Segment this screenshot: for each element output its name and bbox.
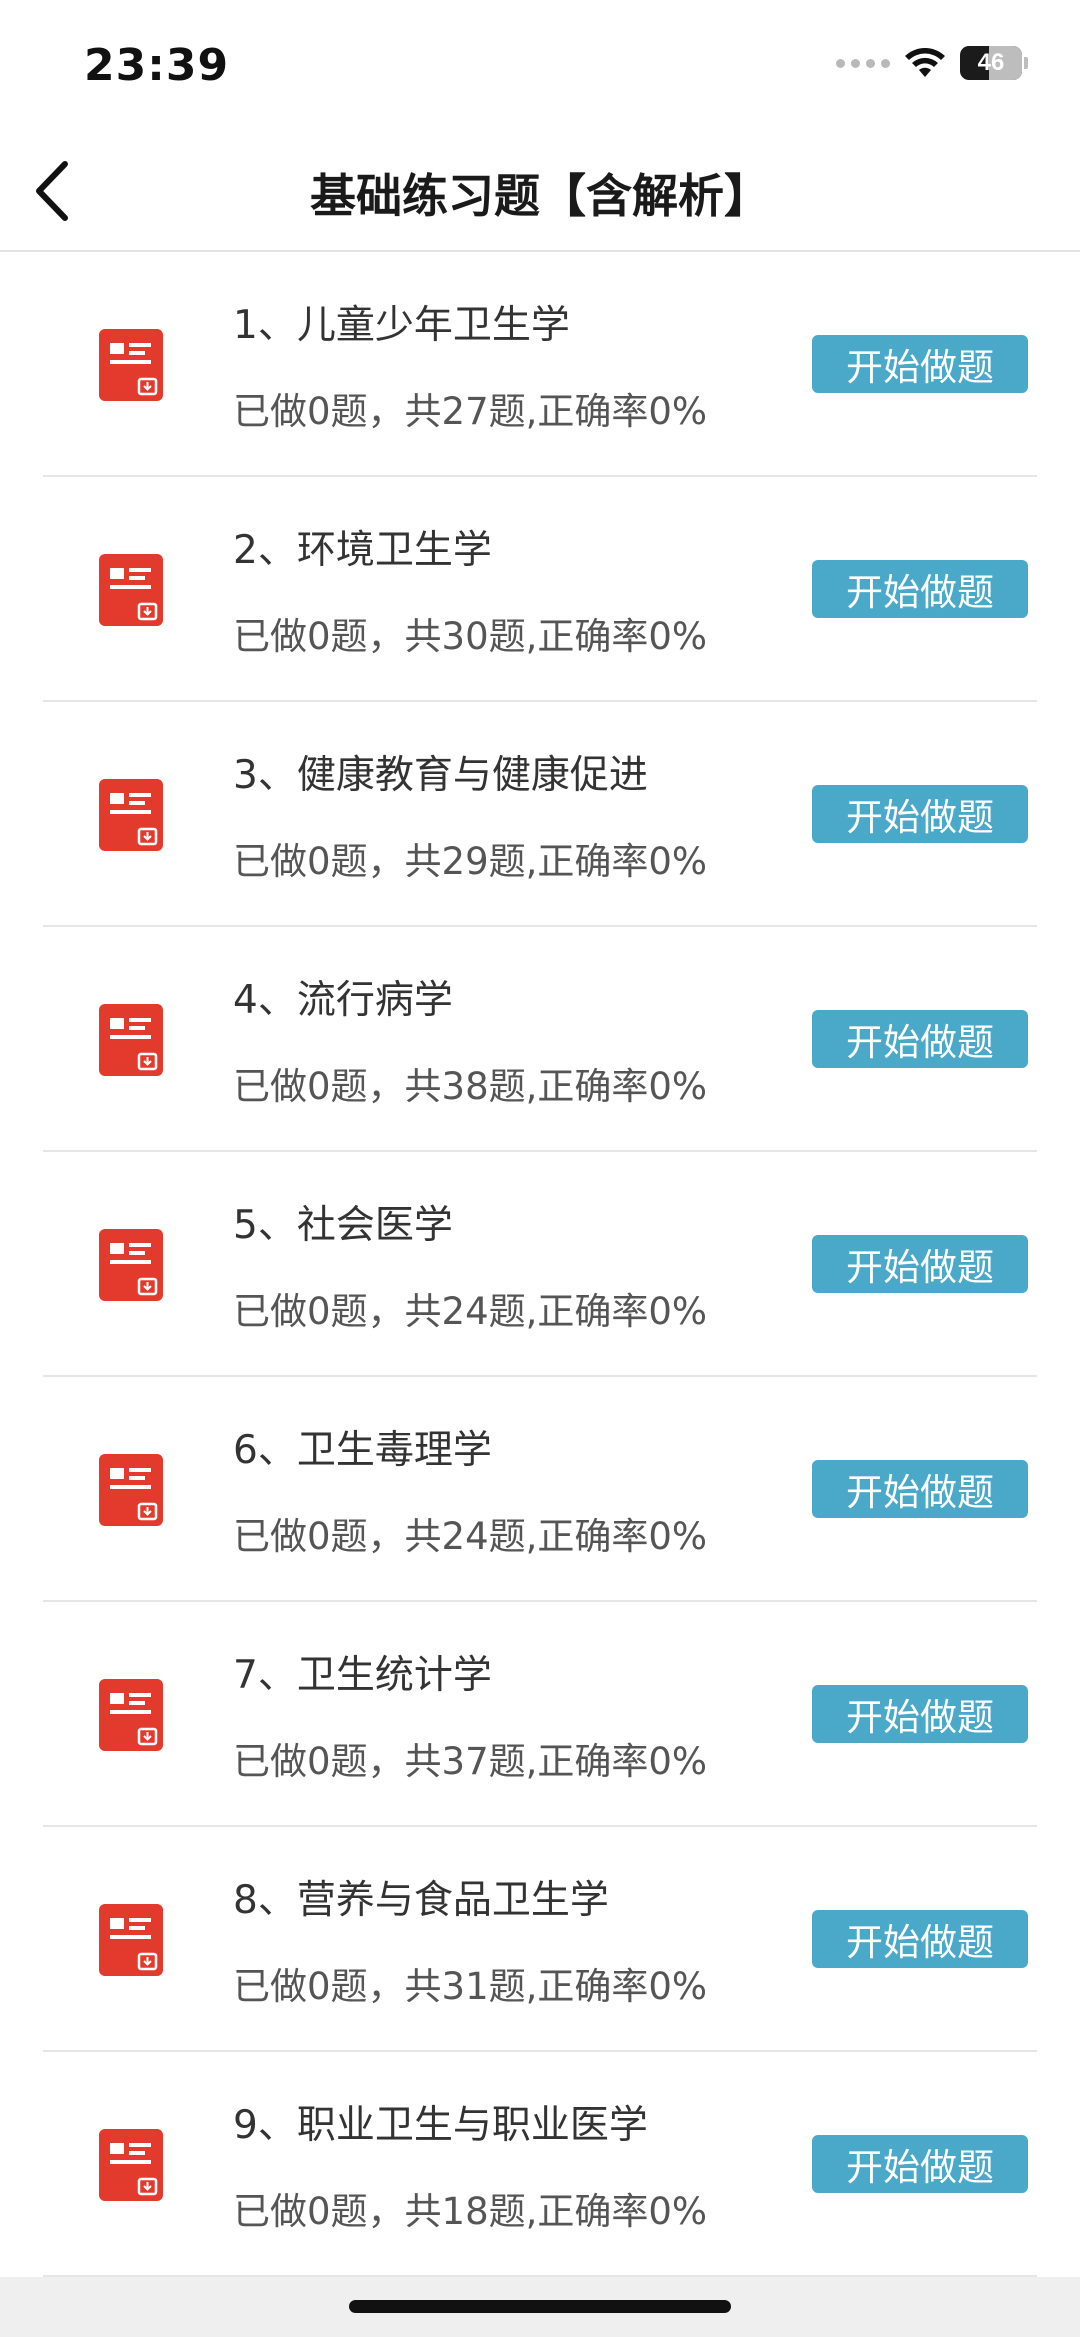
document-icon (99, 1454, 163, 1526)
document-icon (99, 554, 163, 626)
list-item[interactable]: 1、儿童少年卫生学 已做0题，共27题,正确率0% 开始做题 (0, 252, 1080, 477)
item-stats: 已做0题，共29题,正确率0% (233, 840, 708, 883)
battery-tip (1024, 57, 1028, 69)
list-item[interactable]: 9、职业卫生与职业医学 已做0题，共18题,正确率0% 开始做题 (0, 2052, 1080, 2277)
list-item[interactable]: 2、环境卫生学 已做0题，共30题,正确率0% 开始做题 (0, 477, 1080, 702)
start-exercise-button[interactable]: 开始做题 (812, 335, 1028, 393)
cellular-signal-icon (836, 58, 890, 68)
status-icons: 46 (836, 46, 1028, 80)
document-icon (99, 1004, 163, 1076)
document-icon (99, 329, 163, 401)
document-icon (99, 1679, 163, 1751)
item-stats: 已做0题，共30题,正确率0% (233, 615, 708, 658)
item-stats: 已做0题，共38题,正确率0% (233, 1065, 708, 1108)
start-exercise-button[interactable]: 开始做题 (812, 1235, 1028, 1293)
list-item[interactable]: 6、卫生毒理学 已做0题，共24题,正确率0% 开始做题 (0, 1377, 1080, 1602)
document-icon (99, 1904, 163, 1976)
item-stats: 已做0题，共24题,正确率0% (233, 1290, 708, 1333)
list-item[interactable]: 3、健康教育与健康促进 已做0题，共29题,正确率0% 开始做题 (0, 702, 1080, 927)
list-item[interactable]: 5、社会医学 已做0题，共24题,正确率0% 开始做题 (0, 1152, 1080, 1377)
item-stats: 已做0题，共27题,正确率0% (233, 390, 708, 433)
item-stats: 已做0题，共24题,正确率0% (233, 1515, 708, 1558)
item-stats: 已做0题，共18题,正确率0% (233, 2190, 708, 2233)
battery-icon: 46 (960, 46, 1022, 80)
item-title: 2、环境卫生学 (233, 528, 492, 573)
item-title: 1、儿童少年卫生学 (233, 303, 570, 348)
start-exercise-button[interactable]: 开始做题 (812, 2135, 1028, 2193)
battery-level: 46 (977, 49, 1005, 76)
wifi-icon (905, 48, 945, 77)
page-title: 基础练习题【含解析】 (310, 169, 770, 223)
item-title: 4、流行病学 (233, 978, 453, 1023)
start-exercise-button[interactable]: 开始做题 (812, 1910, 1028, 1968)
document-icon (99, 2129, 163, 2201)
item-title: 5、社会医学 (233, 1203, 453, 1248)
item-stats: 已做0题，共31题,正确率0% (233, 1965, 708, 2008)
start-exercise-button[interactable]: 开始做题 (812, 1010, 1028, 1068)
start-exercise-button[interactable]: 开始做题 (812, 1685, 1028, 1743)
start-exercise-button[interactable]: 开始做题 (812, 1460, 1028, 1518)
item-title: 7、卫生统计学 (233, 1653, 492, 1698)
item-stats: 已做0题，共37题,正确率0% (233, 1740, 708, 1783)
start-exercise-button[interactable]: 开始做题 (812, 785, 1028, 843)
document-icon (99, 1229, 163, 1301)
exercise-list: 1、儿童少年卫生学 已做0题，共27题,正确率0% 开始做题 2、环境卫生学 已… (0, 252, 1080, 2277)
item-title: 6、卫生毒理学 (233, 1428, 492, 1473)
navigation-bar: 基础练习题【含解析】 (0, 130, 1080, 252)
list-item[interactable]: 7、卫生统计学 已做0题，共37题,正确率0% 开始做题 (0, 1602, 1080, 1827)
start-exercise-button[interactable]: 开始做题 (812, 560, 1028, 618)
status-time: 23:39 (84, 40, 230, 91)
document-icon (99, 779, 163, 851)
item-title: 8、营养与食品卫生学 (233, 1878, 609, 1923)
item-title: 9、职业卫生与职业医学 (233, 2103, 648, 2148)
list-item[interactable]: 8、营养与食品卫生学 已做0题，共31题,正确率0% 开始做题 (0, 1827, 1080, 2052)
list-item[interactable]: 4、流行病学 已做0题，共38题,正确率0% 开始做题 (0, 927, 1080, 1152)
status-bar: 23:39 46 (0, 0, 1080, 130)
home-indicator[interactable] (349, 2300, 731, 2313)
item-title: 3、健康教育与健康促进 (233, 753, 648, 798)
